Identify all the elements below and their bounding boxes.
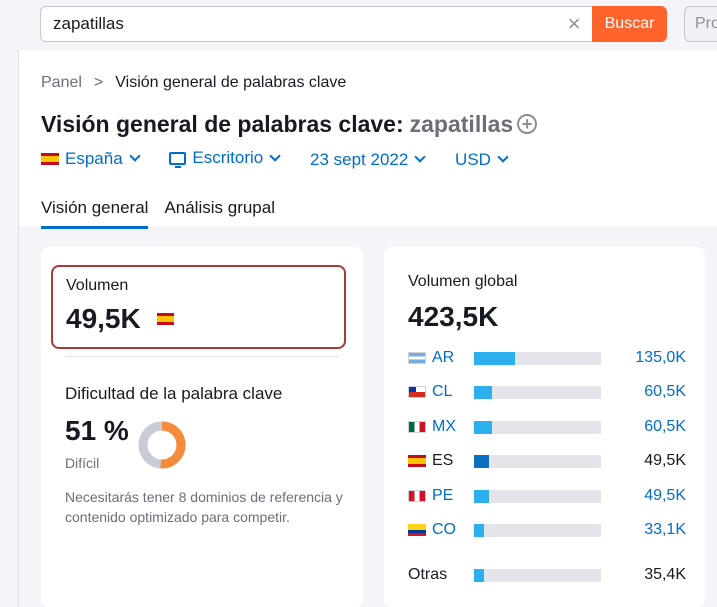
monitor-icon bbox=[169, 151, 187, 168]
other-countries-label: Otras bbox=[408, 566, 448, 583]
volume-bar-track bbox=[474, 569, 601, 582]
difficulty-note: Necesitarás tener 8 dominios de referenc… bbox=[65, 489, 343, 525]
difficulty-donut-chart bbox=[138, 421, 186, 469]
country-code[interactable]: MX bbox=[432, 418, 456, 436]
volume-value: 49,5K bbox=[66, 303, 141, 334]
volume-bar bbox=[474, 352, 515, 365]
global-volume-value: 423,5K bbox=[408, 301, 499, 332]
chevron-down-icon bbox=[269, 149, 281, 162]
volume-bar-track bbox=[474, 386, 601, 399]
tab-group-analysis[interactable]: Análisis grupal bbox=[164, 198, 275, 226]
volume-bar bbox=[474, 421, 492, 434]
currency-filter[interactable]: USD bbox=[455, 149, 509, 170]
colombia-flag-icon bbox=[408, 524, 426, 536]
search-box: × Buscar bbox=[40, 6, 667, 42]
country-code[interactable]: CO bbox=[432, 521, 456, 539]
argentina-flag-icon bbox=[408, 352, 426, 364]
peru-flag-icon bbox=[408, 490, 426, 502]
page-title: Visión general de palabras clave: zapatil… bbox=[41, 111, 538, 138]
country-volume[interactable]: 60,5K bbox=[644, 418, 686, 436]
country-volume[interactable]: 60,5K bbox=[644, 383, 686, 401]
country-code: ES bbox=[432, 452, 454, 469]
country-row-es: ES 49,5K bbox=[408, 450, 686, 472]
page-title-keyword: zapatillas bbox=[409, 111, 514, 137]
difficulty-level: Difícil bbox=[65, 455, 100, 471]
chevron-down-icon bbox=[414, 151, 426, 163]
page-header: Panel > Visión general de palabras clave V… bbox=[19, 50, 717, 229]
country-row-pe[interactable]: PE 49,5K bbox=[408, 485, 686, 507]
card-divider bbox=[65, 356, 339, 357]
date-filter-label: 23 sept 2022 bbox=[310, 149, 409, 169]
spain-flag-icon bbox=[157, 313, 174, 325]
spain-flag-icon bbox=[408, 455, 426, 467]
breadcrumb-separator-icon: > bbox=[93, 74, 104, 91]
volume-bar-track bbox=[474, 524, 601, 537]
country-volume[interactable]: 49,5K bbox=[644, 487, 686, 505]
volume-bar-track bbox=[474, 490, 601, 503]
volume-bar-track bbox=[474, 421, 601, 434]
tab-overview[interactable]: Visión general bbox=[41, 198, 149, 229]
volume-highlight-box: Volumen 49,5K bbox=[51, 265, 346, 349]
volume-label: Volumen bbox=[66, 277, 129, 294]
clear-search-icon[interactable]: × bbox=[561, 11, 587, 37]
country-row-mx[interactable]: MX 60,5K bbox=[408, 416, 686, 438]
country-filter-label: España bbox=[65, 148, 123, 168]
spain-flag-icon bbox=[41, 152, 59, 165]
country-volume: 49,5K bbox=[644, 452, 686, 469]
country-volume[interactable]: 135,0K bbox=[635, 349, 686, 367]
country-volume[interactable]: 33,1K bbox=[644, 521, 686, 539]
add-keyword-icon[interactable]: + bbox=[517, 114, 538, 134]
country-code[interactable]: PE bbox=[432, 487, 453, 505]
volume-bar bbox=[474, 386, 492, 399]
volume-bar bbox=[474, 569, 485, 582]
keyword-search-input[interactable] bbox=[53, 7, 553, 41]
country-volume: 35,4K bbox=[644, 566, 686, 583]
country-filter[interactable]: España bbox=[41, 148, 141, 169]
chevron-down-icon bbox=[497, 151, 509, 163]
side-button[interactable]: Pro bbox=[684, 6, 717, 42]
breadcrumb-current: Visión general de palabras clave bbox=[115, 74, 347, 91]
mexico-flag-icon bbox=[408, 421, 426, 433]
tab-bar: Visión general Análisis grupal bbox=[41, 198, 291, 229]
global-volume-card: Volumen global 423,5K AR 135,0K CL 60,5K… bbox=[384, 247, 705, 607]
global-volume-label: Volumen global bbox=[408, 273, 518, 290]
breadcrumb-root[interactable]: Panel bbox=[41, 74, 82, 91]
difficulty-value: 51 % bbox=[65, 415, 129, 446]
difficulty-label: Dificultad de la palabra clave bbox=[65, 384, 283, 403]
country-row-ar[interactable]: AR 135,0K bbox=[408, 347, 686, 369]
top-search-bar: × Buscar Pro bbox=[0, 0, 717, 50]
country-code[interactable]: CL bbox=[432, 383, 452, 401]
volume-bar-track bbox=[474, 455, 601, 468]
volume-bar bbox=[474, 490, 490, 503]
volume-bar bbox=[474, 524, 485, 537]
device-filter-label: Escritorio bbox=[192, 148, 264, 167]
currency-filter-label: USD bbox=[455, 149, 491, 169]
country-row-other: Otras 35,4K bbox=[408, 564, 686, 586]
chevron-down-icon bbox=[129, 150, 141, 162]
breadcrumb: Panel > Visión general de palabras clave bbox=[41, 74, 346, 92]
filter-bar: España Escritorio 23 sept 2022 USD bbox=[41, 148, 533, 172]
chile-flag-icon bbox=[408, 386, 426, 398]
volume-bar-track bbox=[474, 352, 601, 365]
country-code[interactable]: AR bbox=[432, 349, 454, 367]
page-title-prefix: Visión general de palabras clave: bbox=[41, 111, 404, 137]
volume-bar bbox=[474, 455, 490, 468]
date-filter[interactable]: 23 sept 2022 bbox=[310, 149, 426, 170]
volume-difficulty-card: Volumen 49,5K Dificultad de la palabra c… bbox=[41, 247, 363, 607]
country-row-cl[interactable]: CL 60,5K bbox=[408, 381, 686, 403]
device-filter[interactable]: Escritorio bbox=[169, 148, 281, 168]
search-button[interactable]: Buscar bbox=[592, 6, 667, 42]
country-row-co[interactable]: CO 33,1K bbox=[408, 519, 686, 541]
